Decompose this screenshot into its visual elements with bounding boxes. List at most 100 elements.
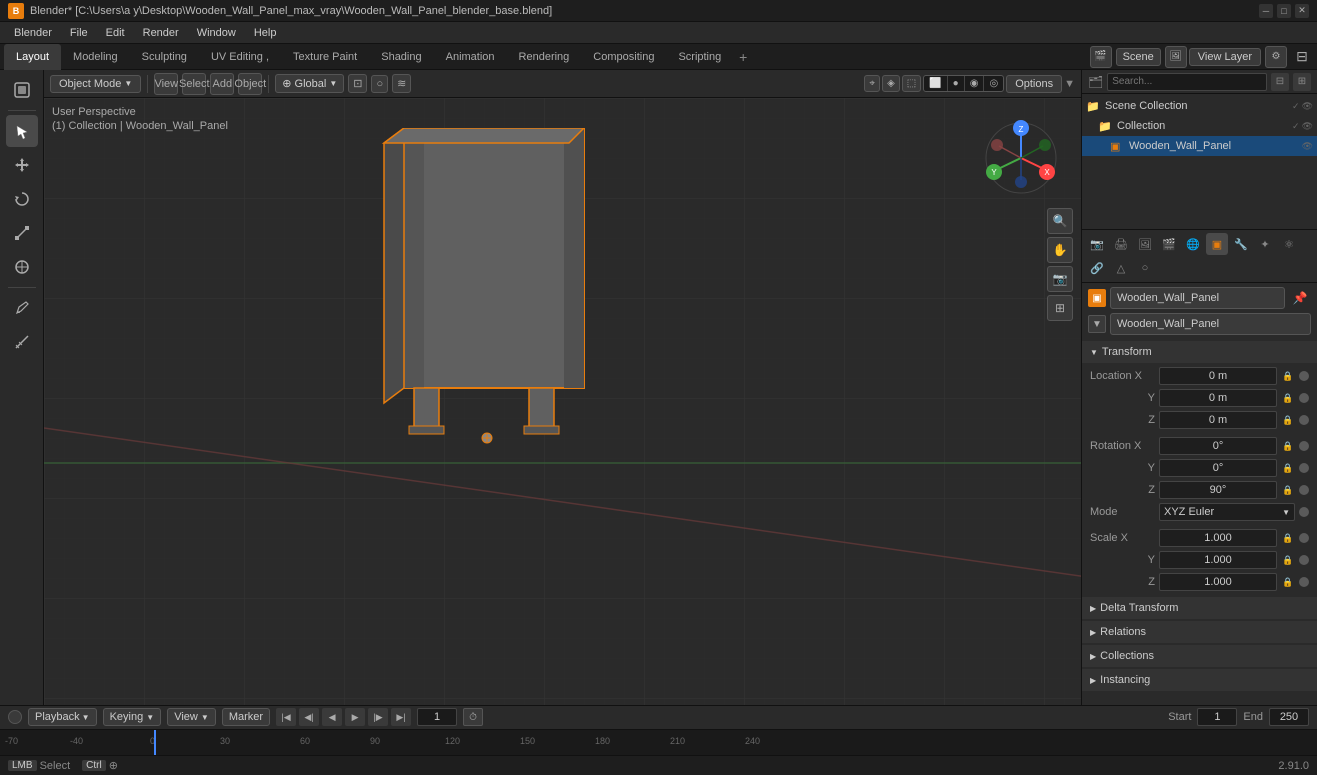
solid-shading-btn[interactable]: ● xyxy=(948,76,965,91)
material-shading-btn[interactable]: ◉ xyxy=(965,76,985,91)
constraints-props-btn[interactable]: 🔗 xyxy=(1086,257,1108,279)
rotation-z-dot[interactable] xyxy=(1299,485,1309,495)
location-z-lock[interactable]: 🔒 xyxy=(1281,415,1295,426)
object-menu-btn[interactable]: Object xyxy=(238,73,262,95)
rotation-y-field[interactable]: 0° xyxy=(1159,459,1277,477)
scene-collection-item[interactable]: 📁 Scene Collection ✓ 👁 xyxy=(1082,96,1317,116)
scale-y-dot[interactable] xyxy=(1299,555,1309,565)
instancing-header[interactable]: ▶ Instancing xyxy=(1082,669,1317,691)
scale-x-dot[interactable] xyxy=(1299,533,1309,543)
keying-menu-btn[interactable]: Keying ▼ xyxy=(103,708,162,726)
outliner-search-input[interactable] xyxy=(1107,73,1267,91)
measure-tool-btn[interactable] xyxy=(6,326,38,358)
transform-tool-btn[interactable] xyxy=(6,251,38,283)
output-props-btn[interactable]: 🖨 xyxy=(1110,233,1132,255)
tab-scripting[interactable]: Scripting xyxy=(666,44,733,70)
pin-object-btn[interactable]: 📌 xyxy=(1289,287,1311,309)
scale-y-field[interactable]: 1.000 xyxy=(1159,551,1277,569)
maximize-button[interactable]: □ xyxy=(1277,4,1291,18)
rotation-mode-selector[interactable]: XYZ Euler ▼ xyxy=(1159,503,1295,521)
location-x-dot[interactable] xyxy=(1299,371,1309,381)
move-tool-btn[interactable] xyxy=(6,149,38,181)
physics-props-btn[interactable]: ⚛ xyxy=(1278,233,1300,255)
tab-uv-editing[interactable]: UV Editing , xyxy=(199,44,281,70)
filter-icon[interactable]: ⊟ xyxy=(1291,46,1313,68)
tab-layout[interactable]: Layout xyxy=(4,44,61,70)
location-z-field[interactable]: 0 m xyxy=(1159,411,1277,429)
data-props-btn[interactable]: △ xyxy=(1110,257,1132,279)
scene-selector[interactable]: Scene xyxy=(1116,48,1161,66)
relations-header[interactable]: ▶ Relations xyxy=(1082,621,1317,643)
render-props-btn[interactable]: 📷 xyxy=(1086,233,1108,255)
scene-collection-check[interactable]: ✓ xyxy=(1292,101,1300,112)
sync-btn[interactable]: ⏱ xyxy=(463,708,483,726)
rotation-x-dot[interactable] xyxy=(1299,441,1309,451)
tab-texture-paint[interactable]: Texture Paint xyxy=(281,44,369,70)
collections-section-header[interactable]: ▶ Collections xyxy=(1082,645,1317,667)
menu-blender[interactable]: Blender xyxy=(6,25,60,41)
location-x-lock[interactable]: 🔒 xyxy=(1281,371,1295,382)
tab-rendering[interactable]: Rendering xyxy=(507,44,582,70)
end-frame-input[interactable] xyxy=(1269,708,1309,726)
annotate-tool-btn[interactable] xyxy=(6,292,38,324)
render-engine-icon[interactable]: 🎬 xyxy=(1090,46,1112,68)
mode-selector-btn[interactable] xyxy=(6,74,38,106)
view-menu-btn[interactable]: View xyxy=(154,73,178,95)
rotation-x-field[interactable]: 0° xyxy=(1159,437,1277,455)
snap-settings-btn[interactable]: ≋ xyxy=(392,74,411,93)
rotate-tool-btn[interactable] xyxy=(6,183,38,215)
view-layer-props-btn[interactable]: 🖼 xyxy=(1134,233,1156,255)
view-layer-button[interactable]: View Layer xyxy=(1189,48,1261,66)
tab-shading[interactable]: Shading xyxy=(369,44,433,70)
rotation-y-dot[interactable] xyxy=(1299,463,1309,473)
outliner-highlight-btn[interactable]: ⊞ xyxy=(1293,73,1311,91)
object-mode-selector[interactable]: Object Mode ▼ xyxy=(50,75,141,93)
location-x-field[interactable]: 0 m xyxy=(1159,367,1277,385)
rotation-x-lock[interactable]: 🔒 xyxy=(1281,441,1295,452)
go-to-end-btn[interactable]: ▶| xyxy=(391,708,411,726)
object-data-name-input[interactable]: Wooden_Wall_Panel xyxy=(1110,313,1311,335)
object-item[interactable]: ▣ Wooden_Wall_Panel 👁 xyxy=(1082,136,1317,156)
transform-space-btn[interactable]: ⊕ Global ▼ xyxy=(275,74,344,93)
select-menu-btn[interactable]: Select xyxy=(182,73,206,95)
scene-collection-eye[interactable]: 👁 xyxy=(1302,101,1313,112)
camera-persp-btn[interactable]: 📷 xyxy=(1047,266,1073,292)
material-props-btn[interactable]: ○ xyxy=(1134,257,1156,279)
scale-z-dot[interactable] xyxy=(1299,577,1309,587)
scene-props-btn[interactable]: 🎬 xyxy=(1158,233,1180,255)
menu-help[interactable]: Help xyxy=(246,25,285,41)
add-menu-btn[interactable]: Add xyxy=(210,73,234,95)
location-y-dot[interactable] xyxy=(1299,393,1309,403)
location-y-lock[interactable]: 🔒 xyxy=(1281,393,1295,404)
snap-btn[interactable]: ⊡ xyxy=(348,74,367,93)
menu-file[interactable]: File xyxy=(62,25,96,41)
menu-edit[interactable]: Edit xyxy=(98,25,133,41)
xray-btn[interactable]: ⬚ xyxy=(902,75,921,92)
scale-y-lock[interactable]: 🔒 xyxy=(1281,555,1295,566)
render-shading-btn[interactable]: ◎ xyxy=(984,76,1003,91)
nav-gizmo[interactable]: Z X Y xyxy=(981,118,1061,198)
playback-menu-btn[interactable]: Playback▼ xyxy=(28,708,97,726)
jump-back-btn[interactable]: ◀| xyxy=(299,708,319,726)
marker-menu-btn[interactable]: Marker xyxy=(222,708,270,726)
rotation-z-lock[interactable]: 🔒 xyxy=(1281,485,1295,496)
transform-section-header[interactable]: ▼ Transform xyxy=(1082,341,1317,363)
cursor-tool-btn[interactable] xyxy=(6,115,38,147)
overlay-btn[interactable]: ◈ xyxy=(882,75,900,92)
object-props-btn[interactable]: ▣ xyxy=(1206,233,1228,255)
view-layer-options-icon[interactable]: ⚙ xyxy=(1265,46,1287,68)
particles-props-btn[interactable]: ✦ xyxy=(1254,233,1276,255)
scale-x-lock[interactable]: 🔒 xyxy=(1281,533,1295,544)
options-btn[interactable]: Options xyxy=(1006,75,1062,93)
go-to-start-btn[interactable]: |◀ xyxy=(276,708,296,726)
zoom-in-btn[interactable]: 🔍 xyxy=(1047,208,1073,234)
tab-modeling[interactable]: Modeling xyxy=(61,44,130,70)
minimize-button[interactable]: ─ xyxy=(1259,4,1273,18)
menu-render[interactable]: Render xyxy=(135,25,187,41)
proportional-edit-btn[interactable]: ○ xyxy=(371,75,388,93)
wire-shading-btn[interactable]: ⬜ xyxy=(924,76,947,91)
collection-check[interactable]: ✓ xyxy=(1292,121,1300,132)
ortho-grid-btn[interactable]: ⊞ xyxy=(1047,295,1073,321)
scale-z-lock[interactable]: 🔒 xyxy=(1281,577,1295,588)
rotation-mode-dot[interactable] xyxy=(1299,507,1309,517)
